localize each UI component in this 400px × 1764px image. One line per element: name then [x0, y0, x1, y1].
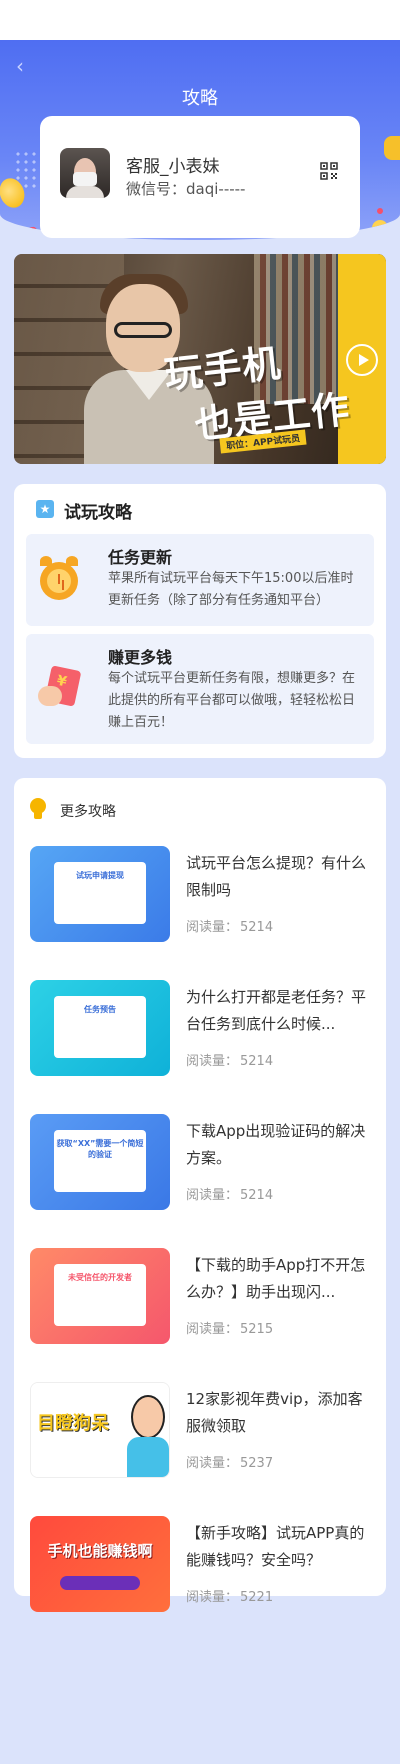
article-read-count: 阅读量： 5215 [186, 1322, 274, 1337]
avatar [60, 148, 110, 198]
thumbnail-text: 任务预告 [84, 1005, 116, 1014]
article-read-count: 阅读量： 5214 [186, 1054, 274, 1069]
article-thumbnail: 未受信任的开发者 [30, 1248, 170, 1344]
trophy-icon [366, 208, 394, 240]
article-item[interactable]: 获取“XX”需要一个简短的验证 下载App出现验证码的解决方案。 阅读量： 521… [30, 1114, 370, 1214]
trial-guide-card: ★ 试玩攻略 任务更新 苹果所有试玩平台每天下午15:00以后准时更新任务（除了… [14, 484, 386, 758]
guide-item-earn-more[interactable]: 赚更多钱 每个试玩平台更新任务有限，想赚更多？在此提供的所有平台都可以做哦，轻轻… [26, 634, 374, 744]
alarm-clock-icon [36, 556, 82, 602]
play-icon[interactable] [346, 344, 378, 376]
customer-service-card: 客服_小表妹 微信号：daqi----- [40, 116, 360, 238]
article-title: 为什么打开都是老任务？平台任务到底什么时候... [186, 988, 367, 1033]
section-title: 更多攻略 [60, 804, 116, 820]
guide-item-title: 赚更多钱 [108, 648, 173, 667]
page-title: 攻略 [182, 88, 218, 109]
article-thumbnail: 任务预告 [30, 980, 170, 1076]
thumbnail-text: 试玩申请提现 [76, 871, 124, 880]
guide-item-task-update[interactable]: 任务更新 苹果所有试玩平台每天下午15:00以后准时更新任务（除了部分有任务通知… [26, 534, 374, 626]
guide-item-desc: 苹果所有试玩平台每天下午15:00以后准时更新任务（除了部分有任务通知平台） [108, 571, 354, 608]
section-title: 试玩攻略 [64, 503, 132, 523]
promo-banner[interactable]: 玩手机 也是工作 职位：APP试玩员 [14, 254, 386, 464]
guide-item-desc: 每个试玩平台更新任务有限，想赚更多？在此提供的所有平台都可以做哦，轻轻松松日赚上… [108, 671, 356, 730]
article-item[interactable]: 试玩申请提现 试玩平台怎么提现？有什么限制吗 阅读量： 5214 [30, 846, 370, 946]
article-title: 【下载的助手App打不开怎么办？】助手出现闪... [186, 1256, 366, 1301]
article-thumbnail: 试玩申请提现 [30, 846, 170, 942]
article-title: 【新手攻略】试玩APP真的能赚钱吗？安全吗？ [186, 1524, 365, 1569]
red-envelope-icon [36, 664, 82, 710]
more-guides-card: 更多攻略 试玩申请提现 试玩平台怎么提现？有什么限制吗 阅读量： 5214 任务预… [14, 778, 386, 1612]
article-item[interactable]: 目瞪狗呆 12家影视年费vip，添加客服微领取 阅读量： 5237 [30, 1382, 370, 1482]
article-thumbnail: 获取“XX”需要一个简短的验证 [30, 1114, 170, 1210]
article-title: 试玩平台怎么提现？有什么限制吗 [186, 854, 367, 899]
article-item[interactable]: 未受信任的开发者 【下载的助手App打不开怎么办？】助手出现闪... 阅读量： 5… [30, 1248, 370, 1348]
thumbnail-text: 手机也能赚钱啊 [47, 1542, 153, 1560]
article-read-count: 阅读量： 5214 [186, 1188, 274, 1203]
thumbnail-text: 获取“XX”需要一个简短的验证 [56, 1139, 144, 1159]
chevron-left-icon: ‹ [16, 54, 24, 78]
article-item[interactable]: 任务预告 为什么打开都是老任务？平台任务到底什么时候... 阅读量： 5214 [30, 980, 370, 1080]
service-name: 客服_小表妹 [126, 157, 220, 177]
article-read-count: 阅读量： 5214 [186, 920, 274, 935]
article-title: 下载App出现验证码的解决方案。 [186, 1122, 366, 1167]
thumbnail-text: 未受信任的开发者 [68, 1273, 132, 1282]
article-item[interactable]: 手机也能赚钱啊 【新手攻略】试玩APP真的能赚钱吗？安全吗？ 阅读量： 5221 [30, 1516, 370, 1616]
back-button[interactable]: ‹ [16, 54, 40, 78]
star-icon: ★ [36, 500, 54, 518]
article-read-count: 阅读量： 5221 [186, 1590, 274, 1605]
guide-item-title: 任务更新 [108, 548, 173, 567]
thumbnail-text: 目瞪狗呆 [37, 1413, 109, 1434]
service-wechat-id[interactable]: 微信号：daqi----- [126, 178, 245, 199]
article-thumbnail: 手机也能赚钱啊 [30, 1516, 170, 1612]
article-read-count: 阅读量： 5237 [186, 1456, 274, 1471]
article-thumbnail: 目瞪狗呆 [30, 1382, 170, 1478]
gift-icon [0, 226, 43, 240]
coin-icon [384, 136, 400, 160]
lightbulb-icon [30, 798, 46, 820]
article-title: 12家影视年费vip，添加客服微领取 [186, 1390, 363, 1435]
qr-code-icon[interactable] [320, 162, 338, 180]
